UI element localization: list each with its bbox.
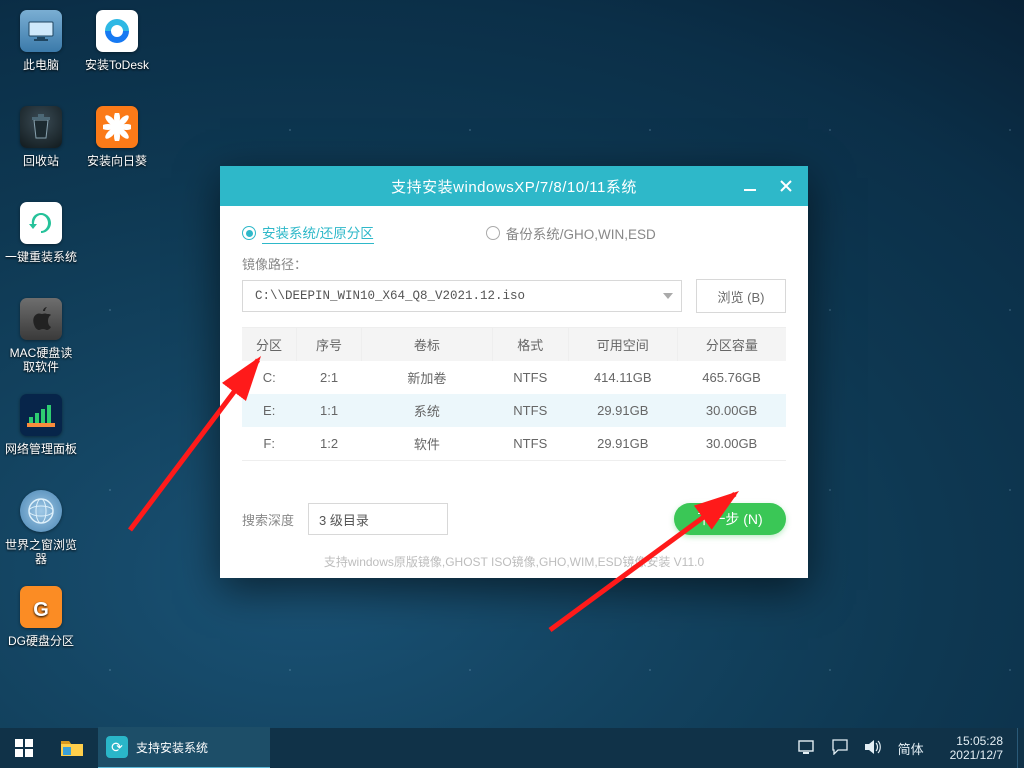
diskgenius-icon: G [20,586,62,628]
tray-action-center-icon[interactable] [832,739,848,758]
show-desktop-button[interactable] [1017,728,1024,768]
network-panel-icon [20,394,62,436]
radio-checked-icon [242,226,256,240]
system-tray: 简体 15:05:28 2021/12/7 [798,734,1017,762]
col-fs: 格式 [492,328,568,361]
dialog-title: 支持安装windowsXP/7/8/10/11系统 [391,176,637,197]
monitor-icon [20,10,62,52]
desktop-icon-theworld-browser[interactable]: 世界之窗浏览器 [4,484,78,574]
minimize-button[interactable] [732,166,768,206]
clock-time: 15:05:28 [950,734,1003,748]
desktop-icon-label: MAC硬盘读取软件 [5,346,77,374]
image-path-label: 镜像路径： [242,254,786,273]
desktop-icon-label: 此电脑 [23,58,59,72]
chevron-down-icon [663,293,673,299]
desktop-icon-install-todesk[interactable]: 安装ToDesk [80,4,154,94]
desktop-icon-label: 一键重装系统 [5,250,77,264]
close-icon [779,179,793,193]
desktop-icon-label: 世界之窗浏览器 [5,538,77,566]
close-button[interactable] [768,166,804,206]
search-depth-label: 搜索深度 [242,510,294,529]
installer-icon: ⟳ [106,736,128,758]
desktop-icon-label: 回收站 [23,154,59,168]
col-index: 序号 [296,328,361,361]
image-path-value: C:\\DEEPIN_WIN10_X64_Q8_V2021.12.iso [255,289,525,303]
taskbar: ⟳ 支持安装系统 简体 15:05:28 2021/12/7 [0,728,1024,768]
tray-volume-icon[interactable] [864,739,882,758]
col-partition: 分区 [242,328,296,361]
tray-network-icon[interactable] [798,740,816,757]
tray-clock[interactable]: 15:05:28 2021/12/7 [940,734,1013,762]
clock-date: 2021/12/7 [950,748,1003,762]
installer-dialog: 支持安装windowsXP/7/8/10/11系统 安装系统/还原分区 备份系统… [220,166,808,578]
support-hint: 支持windows原版镜像,GHOST ISO镜像,GHO,WIM,ESD镜像安… [242,553,786,570]
col-total: 分区容量 [677,328,786,361]
folder-icon [60,738,84,758]
taskbar-active-task[interactable]: ⟳ 支持安装系统 [98,727,270,768]
globe-icon [20,490,62,532]
minimize-icon [743,179,757,193]
desktop-icon-this-pc[interactable]: 此电脑 [4,4,78,94]
desktop-icon-label: DG硬盘分区 [8,634,74,648]
browse-button[interactable]: 浏览 (B) [696,279,786,313]
taskbar-active-task-label: 支持安装系统 [136,739,208,756]
trash-icon [20,106,62,148]
desktop-icons-col-1: 此电脑 回收站 一键重装系统 MAC硬盘读取软件 网络管理面板 [4,4,78,676]
sunflower-icon [96,106,138,148]
table-row[interactable]: C: 2:1 新加卷 NTFS 414.11GB 465.76GB [242,361,786,394]
desktop-icon-network-panel[interactable]: 网络管理面板 [4,388,78,478]
partition-table: 分区 序号 卷标 格式 可用空间 分区容量 C: 2:1 新加卷 [242,328,786,460]
desktop-icon-dg-partition[interactable]: G DG硬盘分区 [4,580,78,670]
reinstall-icon [20,202,62,244]
image-path-combobox[interactable]: C:\\DEEPIN_WIN10_X64_Q8_V2021.12.iso [242,280,682,312]
tray-ime-indicator[interactable]: 简体 [898,739,924,758]
start-button[interactable] [0,728,48,768]
desktop-icon-one-click-reinstall[interactable]: 一键重装系统 [4,196,78,286]
col-free: 可用空间 [568,328,677,361]
desktop-icons-col-2: 安装ToDesk 安装向日葵 [80,4,154,196]
mode-row: 安装系统/还原分区 备份系统/GHO,WIN,ESD [242,222,786,244]
mode-backup-label: 备份系统/GHO,WIN,ESD [506,223,656,243]
table-row[interactable]: E: 1:1 系统 NTFS 29.91GB 30.00GB [242,394,786,427]
windows-icon [15,739,33,757]
desktop: 此电脑 回收站 一键重装系统 MAC硬盘读取软件 网络管理面板 [0,0,1024,728]
search-depth-value: 3 级目录 [319,510,369,529]
apple-icon [20,298,62,340]
mode-install-label: 安装系统/还原分区 [262,222,374,244]
radio-unchecked-icon [486,226,500,240]
taskbar-file-explorer[interactable] [48,728,96,768]
desktop-icon-install-sunflower[interactable]: 安装向日葵 [80,100,154,190]
desktop-icon-mac-disk-reader[interactable]: MAC硬盘读取软件 [4,292,78,382]
desktop-icon-label: 安装向日葵 [87,154,147,168]
desktop-icon-recycle-bin[interactable]: 回收站 [4,100,78,190]
table-row[interactable]: F: 1:2 软件 NTFS 29.91GB 30.00GB [242,427,786,460]
todesk-icon [96,10,138,52]
dialog-titlebar[interactable]: 支持安装windowsXP/7/8/10/11系统 [220,166,808,206]
search-depth-select[interactable]: 3 级目录 [308,503,448,535]
partition-table-header: 分区 序号 卷标 格式 可用空间 分区容量 [242,328,786,361]
desktop-icon-label: 网络管理面板 [5,442,77,456]
mode-install-restore[interactable]: 安装系统/还原分区 [242,222,374,244]
mode-backup[interactable]: 备份系统/GHO,WIN,ESD [486,223,656,243]
next-button[interactable]: 下一步 (N) [674,503,786,535]
desktop-icon-label: 安装ToDesk [85,58,149,72]
col-label: 卷标 [362,328,493,361]
